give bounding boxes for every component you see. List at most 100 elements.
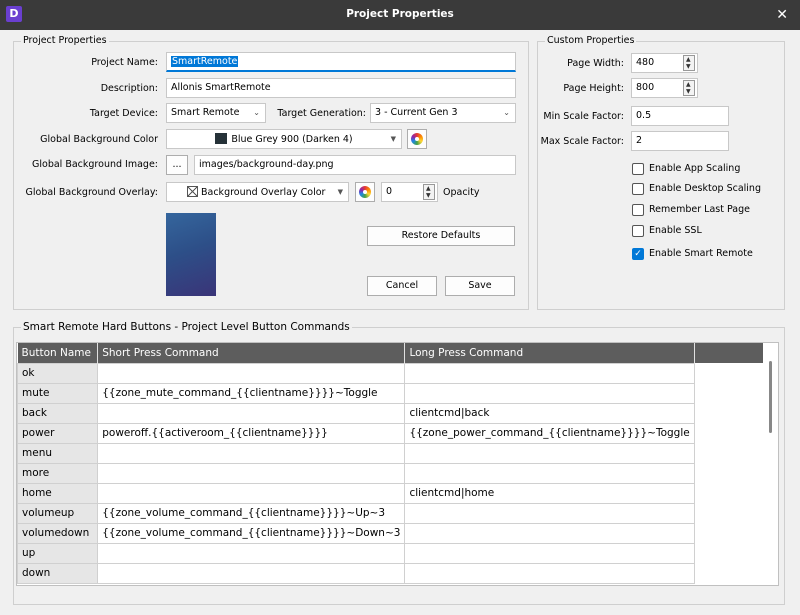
long-press-cell[interactable] xyxy=(404,462,695,484)
short-press-cell[interactable] xyxy=(97,562,406,584)
button-commands-grid[interactable]: Button Name Short Press Command Long Pre… xyxy=(16,342,779,586)
long-press-cell[interactable] xyxy=(404,562,695,584)
short-press-cell[interactable]: poweroff.{{activeroom_{{clientname}}}} xyxy=(97,422,406,444)
hard-buttons-title: Smart Remote Hard Buttons - Project Leve… xyxy=(21,321,352,333)
opacity-label: Opacity xyxy=(443,187,480,198)
background-overlay-select[interactable]: Background Overlay Color ▼ xyxy=(166,182,349,202)
long-press-cell[interactable] xyxy=(404,542,695,564)
long-press-cell[interactable] xyxy=(404,382,695,404)
short-press-cell[interactable]: {{zone_mute_command_{{clientname}}}}~Tog… xyxy=(97,382,406,404)
save-button[interactable]: Save xyxy=(445,276,515,296)
target-generation-select[interactable]: 3 - Current Gen 3 ⌄ xyxy=(370,103,516,123)
color-palette-icon xyxy=(359,186,371,198)
target-device-select[interactable]: Smart Remote ⌄ xyxy=(166,103,266,123)
button-name-cell[interactable]: down xyxy=(17,562,99,584)
custom-properties-title: Custom Properties xyxy=(545,35,637,46)
background-color-select[interactable]: Blue Grey 900 (Darken 4) ▼ xyxy=(166,129,402,149)
table-row[interactable]: volumedown {{zone_volume_command_{{client… xyxy=(17,522,778,544)
long-press-cell[interactable]: clientcmd|back xyxy=(404,402,695,424)
short-press-cell[interactable] xyxy=(97,402,406,424)
checkbox-label: Enable App Scaling xyxy=(649,163,741,174)
spin-up-icon[interactable]: ▲ xyxy=(686,81,691,88)
table-row[interactable]: menu xyxy=(17,442,778,464)
opacity-stepper[interactable]: 0 ▲ ▼ xyxy=(381,182,438,202)
page-width-value: 480 xyxy=(636,57,655,68)
table-row[interactable]: ok xyxy=(17,362,778,384)
button-name-cell[interactable]: power xyxy=(17,422,99,444)
table-row[interactable]: mute {{zone_mute_command_{{clientname}}}}… xyxy=(17,382,778,404)
vertical-scrollbar[interactable] xyxy=(763,343,778,585)
max-scale-input[interactable]: 2 xyxy=(631,131,729,151)
long-press-cell[interactable]: {{zone_power_command_{{clientname}}}}~To… xyxy=(404,422,695,444)
empty-color-icon xyxy=(187,186,198,197)
color-palette-button[interactable] xyxy=(407,129,427,149)
checkbox-box[interactable] xyxy=(632,204,644,216)
button-name-cell[interactable]: back xyxy=(17,402,99,424)
short-press-cell[interactable] xyxy=(97,442,406,464)
overlay-palette-button[interactable] xyxy=(355,182,375,202)
project-name-input[interactable]: SmartRemote xyxy=(166,52,516,72)
spin-buttons[interactable]: ▲ ▼ xyxy=(683,55,695,71)
short-press-cell[interactable]: {{zone_volume_command_{{clientname}}}}~U… xyxy=(97,502,406,524)
checkbox-box[interactable] xyxy=(632,225,644,237)
checkmark-icon[interactable]: ✓ xyxy=(632,248,644,260)
short-press-cell[interactable]: {{zone_volume_command_{{clientname}}}}~D… xyxy=(97,522,406,544)
description-label: Description: xyxy=(100,83,158,94)
table-row[interactable]: home clientcmd|home xyxy=(17,482,778,504)
background-preview-image xyxy=(166,213,216,296)
spin-buttons[interactable]: ▲ ▼ xyxy=(683,80,695,96)
button-name-cell[interactable]: up xyxy=(17,542,99,564)
table-row[interactable]: power poweroff.{{activeroom_{{clientname}… xyxy=(17,422,778,444)
button-name-cell[interactable]: volumedown xyxy=(17,522,99,544)
scrollbar-thumb[interactable] xyxy=(769,361,772,433)
spin-down-icon[interactable]: ▼ xyxy=(686,63,691,70)
table-row[interactable]: up xyxy=(17,542,778,564)
long-press-cell[interactable] xyxy=(404,502,695,524)
column-header[interactable]: Long Press Command xyxy=(404,343,695,363)
page-width-stepper[interactable]: 480 ▲ ▼ xyxy=(631,53,698,73)
long-press-cell[interactable]: clientcmd|home xyxy=(404,482,695,504)
short-press-cell[interactable] xyxy=(97,482,406,504)
long-press-cell[interactable] xyxy=(404,362,695,384)
short-press-cell[interactable] xyxy=(97,462,406,484)
button-name-cell[interactable]: ok xyxy=(17,362,99,384)
spin-up-icon[interactable]: ▲ xyxy=(426,185,431,192)
window-title: Project Properties xyxy=(346,8,454,20)
cancel-button[interactable]: Cancel xyxy=(367,276,437,296)
project-properties-title: Project Properties xyxy=(21,35,109,46)
description-input[interactable]: Allonis SmartRemote xyxy=(166,78,516,98)
page-height-stepper[interactable]: 800 ▲ ▼ xyxy=(631,78,698,98)
short-press-cell[interactable] xyxy=(97,542,406,564)
column-header[interactable]: Button Name xyxy=(17,343,99,363)
checkbox-label: Enable Desktop Scaling xyxy=(649,183,761,194)
min-scale-label: Min Scale Factor: xyxy=(543,111,624,122)
long-press-cell[interactable] xyxy=(404,442,695,464)
table-row[interactable]: more xyxy=(17,462,778,484)
close-icon[interactable]: ✕ xyxy=(776,7,788,23)
table-row[interactable]: volumeup {{zone_volume_command_{{clientna… xyxy=(17,502,778,524)
button-name-cell[interactable]: home xyxy=(17,482,99,504)
checkbox-label: Remember Last Page xyxy=(649,204,750,215)
spin-down-icon[interactable]: ▼ xyxy=(686,88,691,95)
checkbox-box[interactable] xyxy=(632,183,644,195)
restore-defaults-button[interactable]: Restore Defaults xyxy=(367,226,515,246)
min-scale-input[interactable]: 0.5 xyxy=(631,106,729,126)
checkbox-label: Enable SSL xyxy=(649,225,702,236)
page-width-label: Page Width: xyxy=(567,58,624,69)
browse-image-button[interactable]: ... xyxy=(166,155,188,175)
button-name-cell[interactable]: mute xyxy=(17,382,99,404)
button-name-cell[interactable]: volumeup xyxy=(17,502,99,524)
button-name-cell[interactable]: more xyxy=(17,462,99,484)
background-image-input[interactable]: images/background-day.png xyxy=(194,155,516,175)
table-row[interactable]: back clientcmd|back xyxy=(17,402,778,424)
short-press-cell[interactable] xyxy=(97,362,406,384)
checkbox-box[interactable] xyxy=(632,163,644,175)
table-row[interactable]: down xyxy=(17,562,778,584)
spin-buttons[interactable]: ▲ ▼ xyxy=(423,184,435,200)
long-press-cell[interactable] xyxy=(404,522,695,544)
page-height-value: 800 xyxy=(636,82,655,93)
column-header[interactable]: Short Press Command xyxy=(97,343,406,363)
button-name-cell[interactable]: menu xyxy=(17,442,99,464)
spin-down-icon[interactable]: ▼ xyxy=(426,192,431,199)
spin-up-icon[interactable]: ▲ xyxy=(686,56,691,63)
